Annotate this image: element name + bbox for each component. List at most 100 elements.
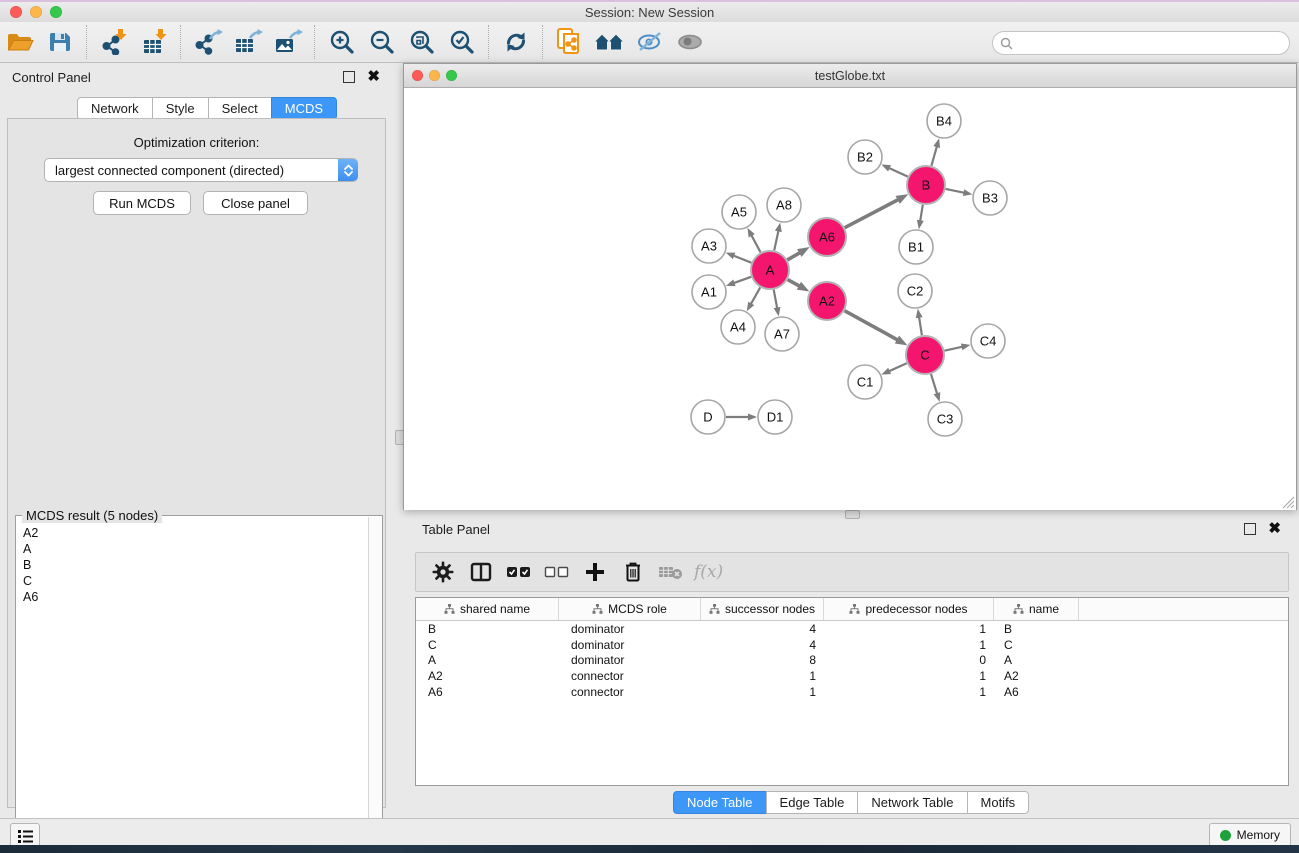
mcds-result-list[interactable]: A2ABCA6 bbox=[16, 517, 369, 853]
table-row[interactable]: A2connector11A2 bbox=[416, 668, 1288, 684]
edge-B-B4[interactable] bbox=[931, 146, 937, 166]
show-graphics-button[interactable] bbox=[670, 25, 710, 59]
table-cell[interactable]: B bbox=[994, 622, 1079, 636]
table-cell[interactable]: connector bbox=[559, 685, 701, 699]
table-cell[interactable]: A6 bbox=[994, 685, 1079, 699]
network-canvas[interactable]: B4B2BB3A8A5A6A3B1AA1C2A2A4A7C4CC1C3DD1 bbox=[404, 88, 1296, 510]
table-cell[interactable]: 4 bbox=[701, 638, 824, 652]
function-builder-button[interactable]: f(x) bbox=[690, 556, 723, 588]
table-cell[interactable]: 1 bbox=[701, 685, 824, 699]
delete-table-button[interactable] bbox=[652, 556, 690, 588]
table-cell[interactable]: 8 bbox=[701, 653, 824, 667]
network-graph[interactable]: B4B2BB3A8A5A6A3B1AA1C2A2A4A7C4CC1C3DD1 bbox=[404, 88, 1295, 509]
tab-mcds[interactable]: MCDS bbox=[271, 97, 337, 120]
zoom-selected-button[interactable] bbox=[442, 25, 482, 59]
select-all-columns-button[interactable] bbox=[500, 556, 538, 588]
table-row[interactable]: Cdominator41C bbox=[416, 637, 1288, 653]
zoom-fit-button[interactable] bbox=[402, 25, 442, 59]
mcds-result-item[interactable]: A bbox=[23, 541, 369, 557]
session-file-button[interactable] bbox=[550, 25, 590, 59]
table-row[interactable]: Adominator80A bbox=[416, 652, 1288, 668]
column-header-predecessor-nodes[interactable]: predecessor nodes bbox=[824, 598, 994, 620]
column-header-MCDS-role[interactable]: MCDS role bbox=[559, 598, 701, 620]
column-header-successor-nodes[interactable]: successor nodes bbox=[701, 598, 824, 620]
table-cell[interactable]: B bbox=[416, 622, 559, 636]
edge-A-A7[interactable] bbox=[774, 290, 778, 309]
edge-C-C4[interactable] bbox=[945, 347, 963, 351]
import-table-button[interactable] bbox=[134, 25, 174, 59]
close-panel-button[interactable]: Close panel bbox=[203, 191, 308, 215]
zoom-in-button[interactable] bbox=[322, 25, 362, 59]
table-row[interactable]: Bdominator41B bbox=[416, 621, 1288, 637]
table-cell[interactable]: dominator bbox=[559, 638, 701, 652]
edge-C-C3[interactable] bbox=[931, 374, 937, 394]
close-panel-icon[interactable]: ✖ bbox=[367, 72, 380, 82]
table-cell[interactable]: 1 bbox=[824, 669, 994, 683]
table-cell[interactable]: 4 bbox=[701, 622, 824, 636]
mcds-result-item[interactable]: C bbox=[23, 573, 369, 589]
export-image-button[interactable] bbox=[268, 25, 308, 59]
tab-style[interactable]: Style bbox=[152, 97, 209, 120]
optimization-criterion-select[interactable]: largest connected component (directed) bbox=[44, 158, 358, 182]
mcds-result-scrollbar[interactable] bbox=[368, 517, 382, 853]
table-cell[interactable]: A bbox=[416, 653, 559, 667]
delete-columns-button[interactable] bbox=[614, 556, 652, 588]
table-cell[interactable]: connector bbox=[559, 669, 701, 683]
edge-B-B3[interactable] bbox=[946, 189, 965, 193]
edge-B-B2[interactable] bbox=[889, 168, 908, 177]
column-header-shared-name[interactable]: shared name bbox=[416, 598, 559, 620]
table-cell[interactable]: A bbox=[994, 653, 1079, 667]
deselect-all-columns-button[interactable] bbox=[538, 556, 576, 588]
export-network-button[interactable] bbox=[188, 25, 228, 59]
edge-A-A6[interactable] bbox=[787, 253, 800, 260]
import-network-button[interactable] bbox=[94, 25, 134, 59]
hide-graphics-button[interactable] bbox=[630, 25, 670, 59]
table-cell[interactable]: dominator bbox=[559, 653, 701, 667]
mcds-result-item[interactable]: B bbox=[23, 557, 369, 573]
table-cell[interactable]: 1 bbox=[824, 685, 994, 699]
show-column-panel-button[interactable] bbox=[462, 556, 500, 588]
create-column-button[interactable] bbox=[576, 556, 614, 588]
network-window-titlebar[interactable]: testGlobe.txt bbox=[404, 64, 1296, 88]
edge-C-C1[interactable] bbox=[889, 363, 907, 371]
table-cell[interactable]: A2 bbox=[994, 669, 1079, 683]
table-cell[interactable]: 0 bbox=[824, 653, 994, 667]
table-cell[interactable]: A6 bbox=[416, 685, 559, 699]
float-panel-icon[interactable] bbox=[1244, 523, 1256, 535]
table-cell[interactable]: 1 bbox=[824, 622, 994, 636]
table-cell[interactable]: 1 bbox=[701, 669, 824, 683]
home-button[interactable] bbox=[590, 25, 630, 59]
resize-grip-icon[interactable] bbox=[1282, 496, 1295, 509]
refresh-button[interactable] bbox=[496, 25, 536, 59]
table-cell[interactable]: A2 bbox=[416, 669, 559, 683]
table-cell[interactable]: C bbox=[994, 638, 1079, 652]
tab-node-table[interactable]: Node Table bbox=[673, 791, 767, 814]
close-panel-icon[interactable]: ✖ bbox=[1268, 524, 1281, 534]
save-session-button[interactable] bbox=[40, 25, 80, 59]
tab-network-table[interactable]: Network Table bbox=[857, 791, 967, 814]
float-panel-icon[interactable] bbox=[343, 71, 355, 83]
node-table[interactable]: shared nameMCDS rolesuccessor nodesprede… bbox=[415, 597, 1289, 786]
search-input[interactable] bbox=[1013, 33, 1281, 53]
table-cell[interactable]: C bbox=[416, 638, 559, 652]
tab-motifs[interactable]: Motifs bbox=[967, 791, 1030, 814]
table-cell[interactable]: dominator bbox=[559, 622, 701, 636]
edge-A-A3[interactable] bbox=[733, 256, 751, 263]
table-settings-button[interactable] bbox=[424, 556, 462, 588]
mcds-result-item[interactable]: A2 bbox=[23, 525, 369, 541]
column-header-name[interactable]: name bbox=[994, 598, 1079, 620]
edge-A-A4[interactable] bbox=[751, 287, 760, 304]
edge-A-A5[interactable] bbox=[751, 235, 760, 252]
edge-A-A2[interactable] bbox=[788, 280, 800, 287]
edge-A-A1[interactable] bbox=[733, 277, 751, 283]
run-mcds-button[interactable]: Run MCDS bbox=[93, 191, 191, 215]
table-cell[interactable]: 1 bbox=[824, 638, 994, 652]
tab-network[interactable]: Network bbox=[77, 97, 153, 120]
search-field[interactable] bbox=[992, 31, 1290, 55]
tab-edge-table[interactable]: Edge Table bbox=[766, 791, 859, 814]
zoom-out-button[interactable] bbox=[362, 25, 402, 59]
open-session-button[interactable] bbox=[0, 25, 40, 59]
edge-A2-C[interactable] bbox=[845, 311, 898, 340]
edge-C-C2[interactable] bbox=[919, 317, 922, 336]
edge-A-A8[interactable] bbox=[774, 230, 778, 250]
